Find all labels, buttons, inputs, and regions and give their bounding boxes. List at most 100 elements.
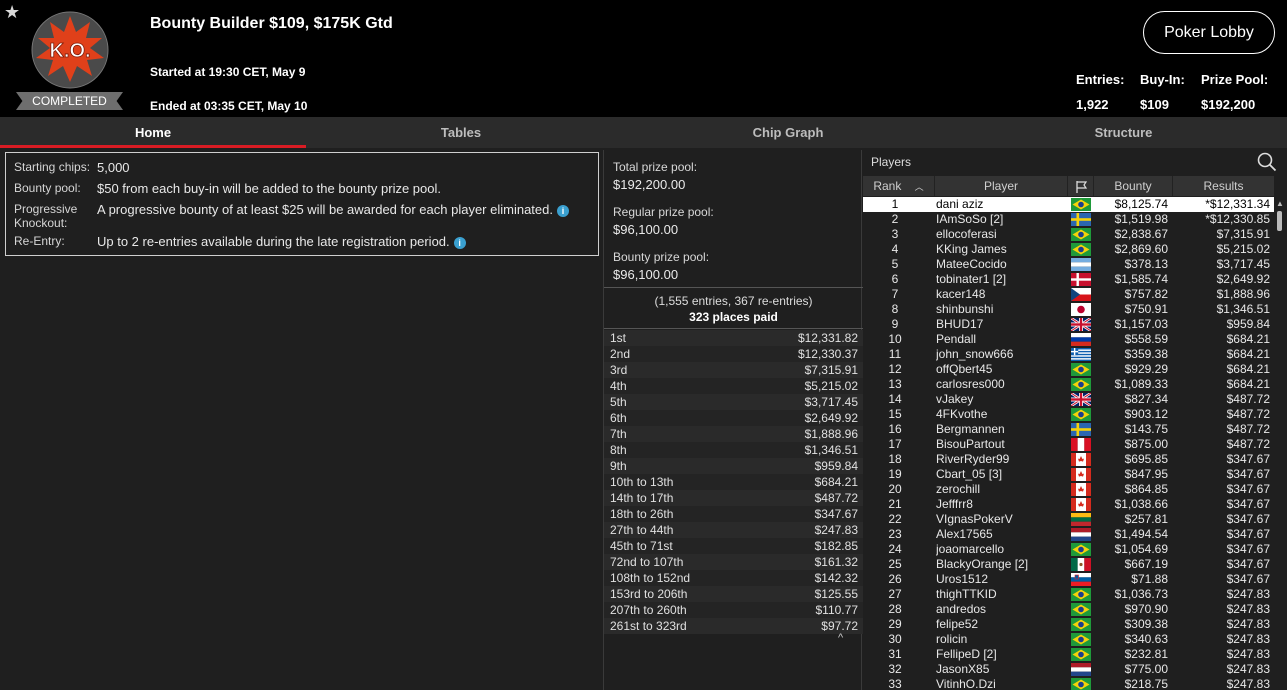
- table-row[interactable]: 15 4FKvothe $903.12 $487.72: [863, 407, 1274, 422]
- info-icon[interactable]: i: [556, 204, 569, 217]
- table-row[interactable]: 8 shinbunshi $750.91 $1,346.51: [863, 302, 1274, 317]
- country-flag-icon: [1071, 513, 1091, 526]
- result-cell: $2,649.92: [1216, 272, 1270, 286]
- info-label: Re-Entry:: [14, 234, 65, 248]
- table-row[interactable]: 3 ellocoferasi $2,838.67 $7,315.91: [863, 227, 1274, 242]
- col-rank[interactable]: Rank ︿: [863, 176, 935, 196]
- rank-cell: 12: [888, 362, 902, 376]
- bounty-cell: $1,036.73: [1114, 587, 1168, 601]
- chevron-up-icon[interactable]: ^: [838, 632, 843, 644]
- table-row[interactable]: 27 thighTTKID $1,036.73 $247.83: [863, 587, 1274, 602]
- regular-prize-value: $96,100.00: [613, 222, 679, 237]
- rank-cell: 32: [888, 662, 902, 676]
- bounty-cell: $864.85: [1124, 482, 1168, 496]
- payout-place: 4th: [610, 379, 627, 393]
- payout-place: 1st: [610, 331, 627, 345]
- table-row[interactable]: 14 vJakey $827.34 $487.72: [863, 391, 1274, 408]
- payout-row: 8th $1,346.51: [604, 442, 863, 458]
- tab-chip-graph[interactable]: Chip Graph: [616, 117, 960, 148]
- table-row[interactable]: 7 kacer148 $757.82 $1,888.96: [863, 287, 1274, 302]
- table-row[interactable]: 28 andredos $970.90 $247.83: [863, 602, 1274, 617]
- table-row[interactable]: 19 Cbart_05 [3] $847.95 $347.67: [863, 467, 1274, 482]
- rank-cell: 28: [888, 602, 902, 616]
- rank-cell: 3: [891, 227, 899, 241]
- tab-structure[interactable]: Structure: [960, 117, 1287, 148]
- bounty-cell: $1,038.66: [1114, 497, 1168, 511]
- payout-amount: $684.21: [814, 475, 858, 489]
- info-value: Up to 2 re-entries available during the …: [97, 234, 450, 249]
- result-cell: $347.67: [1226, 497, 1270, 511]
- table-row[interactable]: 32 JasonX85 $775.00 $247.83: [863, 662, 1274, 677]
- payout-amount: $161.32: [814, 555, 858, 569]
- entries-stat: Entries: 1,922: [1076, 72, 1124, 112]
- table-row[interactable]: 21 Jefffrr8 $1,038.66 $347.67: [863, 497, 1274, 512]
- country-flag-icon: [1070, 316, 1092, 333]
- table-row[interactable]: 13 carlosres000 $1,089.33 $684.21: [863, 377, 1274, 392]
- poker-lobby-button[interactable]: Poker Lobby: [1143, 11, 1275, 54]
- info-value: 5,000: [97, 160, 130, 175]
- places-paid: 323 places paid: [689, 310, 778, 324]
- payout-place: 261st to 323rd: [610, 619, 687, 633]
- rank-cell: 24: [888, 542, 902, 556]
- tab-home[interactable]: Home: [0, 117, 306, 148]
- country-flag-icon: [1071, 603, 1091, 616]
- player-name-cell: Cbart_05 [3]: [936, 467, 1003, 481]
- table-row[interactable]: 18 RiverRyder99 $695.85 $347.67: [863, 452, 1274, 467]
- table-row[interactable]: 11 john_snow666 $359.38 $684.21: [863, 347, 1274, 362]
- star-icon[interactable]: ★: [4, 3, 20, 21]
- table-row[interactable]: 12 offQbert45 $929.29 $684.21: [863, 362, 1274, 377]
- country-flag-icon: [1071, 228, 1091, 241]
- bounty-cell: $232.81: [1124, 647, 1168, 661]
- rank-cell: 33: [888, 677, 902, 690]
- table-row[interactable]: 26 Uros1512 $71.88 $347.67: [863, 572, 1274, 587]
- table-row[interactable]: 17 BisouPartout $875.00 $487.72: [863, 437, 1274, 452]
- player-name-cell: Uros1512: [936, 572, 989, 586]
- players-panel: Players Rank ︿ Player Bounty Results 1 da…: [863, 150, 1287, 690]
- player-name-cell: offQbert45: [936, 362, 993, 376]
- table-row[interactable]: 29 felipe52 $309.38 $247.83: [863, 617, 1274, 632]
- payout-row: 3rd $7,315.91: [604, 362, 863, 378]
- table-row[interactable]: 23 Alex17565 $1,494.54 $347.67: [863, 527, 1274, 542]
- table-row[interactable]: 5 MateeCocido $378.13 $3,717.45: [863, 257, 1274, 272]
- col-results[interactable]: Results: [1173, 176, 1274, 196]
- table-row[interactable]: 25 BlackyOrange [2] $667.19 $347.67: [863, 557, 1274, 572]
- scroll-thumb[interactable]: [1277, 211, 1282, 231]
- table-row[interactable]: 1 dani aziz $8,125.74 *$12,331.34: [863, 197, 1274, 212]
- col-player[interactable]: Player: [935, 176, 1068, 196]
- search-icon[interactable]: [1257, 152, 1277, 172]
- rank-cell: 10: [888, 332, 902, 346]
- table-row[interactable]: 22 VIgnasPokerV $257.81 $347.67: [863, 512, 1274, 527]
- table-row[interactable]: 16 Bergmannen $143.75 $487.72: [863, 422, 1274, 437]
- col-bounty[interactable]: Bounty: [1094, 176, 1173, 196]
- table-row[interactable]: 31 FellipeD [2] $232.81 $247.83: [863, 647, 1274, 662]
- player-name-cell: BisouPartout: [936, 437, 1005, 451]
- result-cell: $7,315.91: [1216, 227, 1270, 241]
- tab-tables[interactable]: Tables: [306, 117, 616, 148]
- entries-label: Entries:: [1076, 72, 1125, 87]
- bounty-cell: $757.82: [1124, 287, 1168, 301]
- table-row[interactable]: 9 BHUD17 $1,157.03 $959.84: [863, 316, 1274, 333]
- rank-cell: 21: [888, 497, 902, 511]
- bounty-cell: $143.75: [1124, 422, 1168, 436]
- scrollbar[interactable]: ▲: [1275, 197, 1284, 690]
- scroll-up-icon[interactable]: ▲: [1276, 199, 1284, 208]
- table-row[interactable]: 20 zerochill $864.85 $347.67: [863, 482, 1274, 497]
- rank-cell: 18: [888, 452, 902, 466]
- table-row[interactable]: 33 VitinhO.Dzi $218.75 $247.83: [863, 677, 1274, 690]
- table-row[interactable]: 2 IAmSoSo [2] $1,519.98 *$12,330.85: [863, 212, 1274, 227]
- table-row[interactable]: 10 Pendall $558.59 $684.21: [863, 332, 1274, 347]
- bounty-cell: $1,089.33: [1114, 377, 1168, 391]
- table-row[interactable]: 24 joaomarcello $1,054.69 $347.67: [863, 542, 1274, 557]
- table-row[interactable]: 4 KKing James $2,869.60 $5,215.02: [863, 242, 1274, 257]
- info-icon[interactable]: i: [453, 236, 466, 249]
- rank-cell: 23: [888, 527, 902, 541]
- table-row[interactable]: 6 tobinater1 [2] $1,585.74 $2,649.92: [863, 272, 1274, 287]
- table-row[interactable]: 30 rolicin $340.63 $247.83: [863, 632, 1274, 647]
- col-flag[interactable]: [1068, 176, 1094, 196]
- player-name-cell: Bergmannen: [936, 422, 1005, 436]
- result-cell: $1,888.96: [1216, 287, 1270, 301]
- result-cell: $487.72: [1226, 422, 1270, 436]
- rank-cell: 25: [888, 557, 902, 571]
- total-prize-label: Total prize pool:: [613, 160, 698, 174]
- player-name-cell: Jefffrr8: [936, 497, 973, 511]
